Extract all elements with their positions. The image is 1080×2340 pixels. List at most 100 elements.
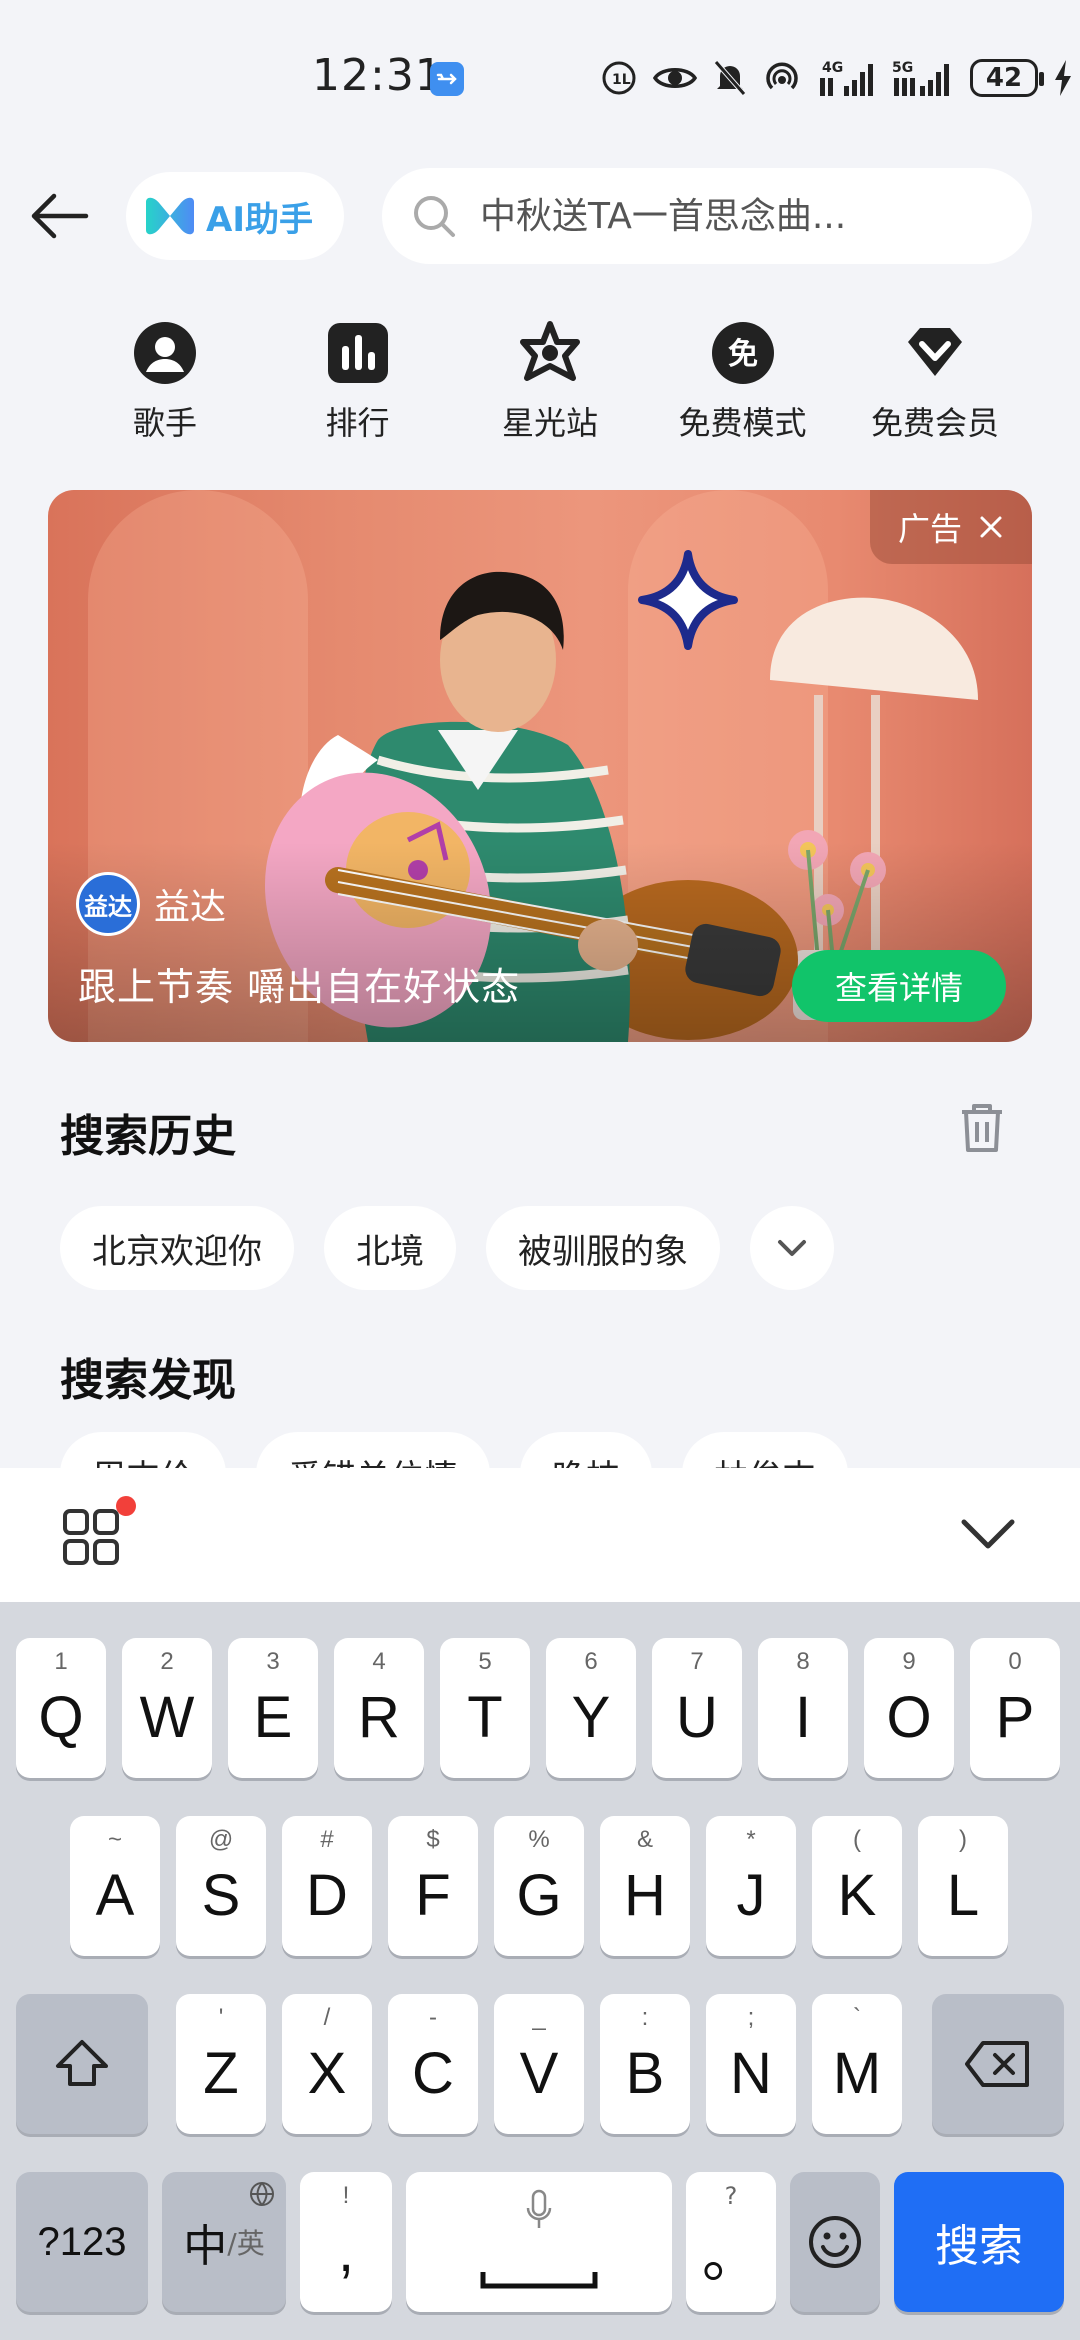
search-input[interactable] [480,195,940,237]
key-e[interactable]: 3E [228,1638,318,1778]
key-x[interactable]: / X [282,1994,372,2134]
key-hint: $ [426,1826,440,1853]
nav-star-station[interactable]: 星光站 [475,320,625,450]
key-hint: ( [853,1826,861,1853]
key-hint: 3 [266,1648,280,1675]
ad-banner[interactable]: 广告 益达 益达 跟上节奏 嚼出自在好状态 查看详情 [48,490,1032,1042]
key-label: O [886,1684,932,1750]
key-z[interactable]: ' Z [176,1994,266,2134]
search-bar[interactable] [382,168,1032,264]
search-history-title: 搜索历史 [60,1111,236,1162]
key-c[interactable]: -C [388,1994,478,2134]
back-arrow-icon [31,193,89,239]
usb-icon [430,62,464,96]
expand-history-button[interactable] [750,1206,834,1290]
key-o[interactable]: 9O [864,1638,954,1778]
svg-text:5G: 5G [892,60,913,76]
back-button[interactable] [26,182,94,250]
key-d[interactable]: # D [282,1816,372,1956]
key-hint: _ [532,2004,546,2031]
key-hint: ~ [107,1826,122,1853]
history-chip[interactable]: 北京欢迎你 [60,1206,294,1290]
nav-chart[interactable]: 排行 [283,320,433,450]
free-mode-icon: 免 [711,322,774,384]
key-hint: 5 [478,1648,492,1675]
key-v[interactable]: _ V [494,1994,584,2134]
key-label: Q [38,1684,84,1750]
lang-sub-label: /英 [227,2227,265,2260]
mute-bell-icon [714,60,746,96]
collapse-keyboard-icon[interactable] [958,1512,1018,1558]
key-label: U [676,1684,718,1750]
nav-star-station-label: 星光站 [501,404,598,442]
lang-main-label: 中 [183,2221,228,2272]
nav-free-mode[interactable]: 免 免费模式 [668,320,818,450]
key-q[interactable]: 1Q [16,1638,106,1778]
signal-4g-icon: 4G [820,60,873,96]
numeric-key[interactable]: ?123 [16,2172,148,2312]
nav-singer[interactable]: 歌手 [90,320,240,450]
ai-assistant-button[interactable]: AI助手 [126,172,344,260]
ai-logo-icon [146,197,194,235]
key-hint: ; [747,2004,755,2031]
view-details-button[interactable]: 查看详情 [792,950,1006,1022]
key-r[interactable]: 4R [334,1638,424,1778]
history-chip[interactable]: 被驯服的象 [486,1206,720,1290]
key-h[interactable]: & H [600,1816,690,1956]
key-u[interactable]: 7U [652,1638,742,1778]
search-key[interactable]: 搜索 [894,2172,1064,2312]
space-key[interactable] [406,2172,672,2312]
svg-text:4G: 4G [822,60,843,76]
ad-slogan: 跟上节奏 嚼出自在好状态 [78,965,521,1009]
key-label: C [412,2040,454,2106]
key-hint: 6 [584,1648,598,1675]
emoji-key[interactable] [790,2172,880,2312]
ad-tag[interactable]: 广告 [870,490,1032,564]
key-label: H [624,1862,666,1928]
nav-free-vip[interactable]: 免费会员 [860,320,1010,450]
backspace-key[interactable] [932,1994,1064,2134]
key-l[interactable]: ) L [918,1816,1008,1956]
key-g[interactable]: % G [494,1816,584,1956]
close-icon[interactable] [978,514,1004,540]
key-n[interactable]: ; N [706,1994,796,2134]
svg-text:1L: 1L [612,72,631,88]
key-s[interactable]: @ S [176,1816,266,1956]
period-key[interactable]: ?。 [686,2172,776,2312]
history-chip[interactable]: 北境 [324,1206,456,1290]
key-hint: & [636,1826,653,1853]
key-m[interactable]: ` M [812,1994,902,2134]
key-p[interactable]: 0P [970,1638,1060,1778]
search-discover-title: 搜索发现 [60,1355,236,1406]
nav-chart-label: 排行 [325,404,390,442]
globe-icon [250,2182,274,2206]
key-hint: ` [853,2004,861,2031]
key-label: D [306,1862,348,1928]
chevron-down-icon [778,1240,806,1256]
grid-menu-icon[interactable] [62,1508,120,1566]
nav-free-vip-label: 免费会员 [870,404,999,442]
key-i[interactable]: 8I [758,1638,848,1778]
comma-key[interactable]: !, [300,2172,392,2312]
key-label: G [516,1862,562,1928]
key-hint: @ [208,1826,234,1853]
key-j[interactable]: * J [706,1816,796,1956]
key-y[interactable]: 6Y [546,1638,636,1778]
key-hint: : [641,2004,649,2031]
key-b[interactable]: :B [600,1994,690,2134]
key-w[interactable]: 2W [122,1638,212,1778]
key-label: S [201,1862,241,1928]
quick-nav: 歌手 排行 星光站 免 免费模式 免费会员 [90,320,1010,450]
star-station-icon [520,321,580,381]
key-hint: - [429,2004,437,2031]
key-label: I [794,1684,812,1750]
language-switch-key[interactable]: 中/英 [162,2172,286,2312]
key-a[interactable]: ~ A [70,1816,160,1956]
key-k[interactable]: (K [812,1816,902,1956]
key-f[interactable]: $ F [388,1816,478,1956]
shift-key[interactable] [16,1994,148,2134]
trash-icon[interactable] [956,1100,1008,1156]
key-label: A [95,1862,135,1928]
search-history-list: 北京欢迎你 北境 被驯服的象 [60,1206,834,1290]
key-t[interactable]: 5T [440,1638,530,1778]
